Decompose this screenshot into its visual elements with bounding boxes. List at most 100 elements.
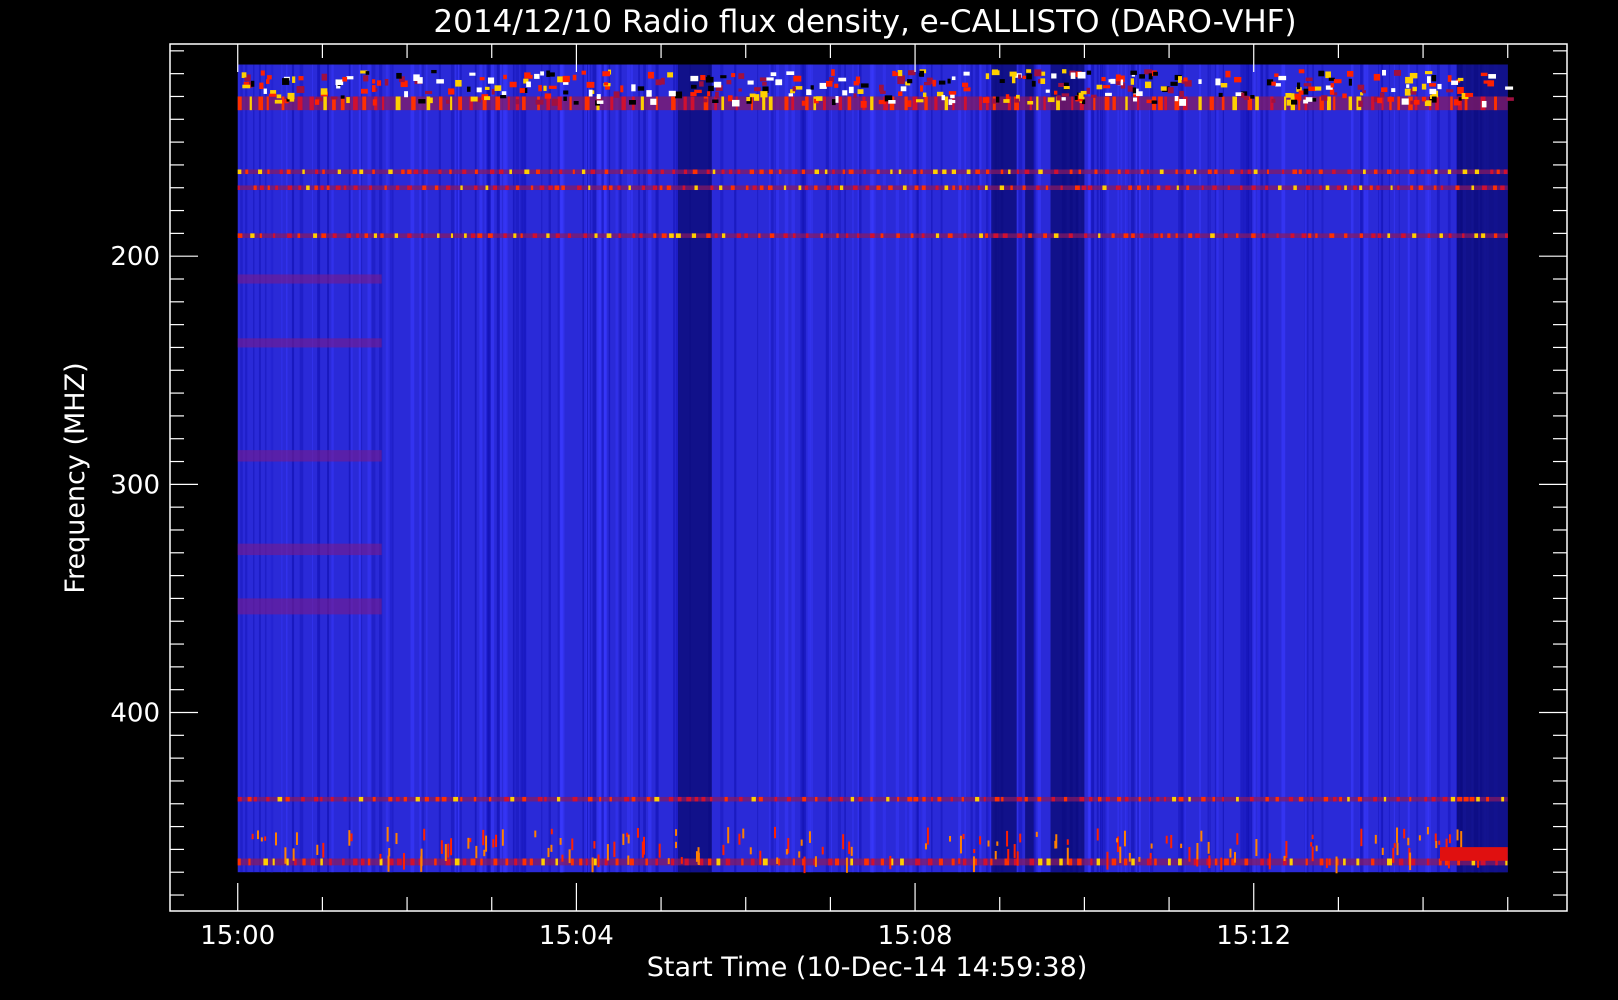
- heatmap-burst: [444, 844, 447, 861]
- heatmap-freq-pixel: [777, 858, 781, 866]
- heatmap-freq-pixel: [1038, 858, 1043, 866]
- heatmap-freq-pixel: [1396, 169, 1399, 175]
- heatmap-burst: [1460, 831, 1463, 849]
- heatmap-freq-pixel: [1096, 858, 1101, 866]
- heatmap-rfi-pixel: [1391, 88, 1396, 93]
- heatmap-rfi-pixel: [786, 71, 795, 75]
- heatmap-rfi-pixel: [1342, 93, 1347, 99]
- heatmap-rfi-pixel: [298, 76, 304, 81]
- heatmap-freq-pixel: [675, 233, 681, 238]
- heatmap-rfi-pixel: [604, 82, 609, 86]
- heatmap-rfi-pixel: [613, 91, 620, 98]
- heatmap-rfi-pixel: [548, 85, 557, 89]
- heatmap-freq-pixel: [736, 233, 741, 238]
- heatmap-freq-pixel: [871, 858, 875, 866]
- heatmap-rfi-pixel: [842, 90, 848, 96]
- heatmap-freq-pixel: [384, 185, 387, 191]
- heatmap-freq-pixel: [921, 185, 926, 191]
- heatmap-freq-pixel: [910, 233, 914, 238]
- heatmap-rfi-pixel: [900, 86, 907, 92]
- heatmap-freq-pixel: [791, 96, 795, 111]
- heatmap-burst: [1149, 852, 1152, 859]
- heatmap-burst: [1438, 840, 1441, 845]
- heatmap-freq-pixel: [750, 858, 755, 866]
- x-axis-label: Start Time (10-Dec-14 14:59:38): [647, 952, 1088, 983]
- heatmap-freq-pixel: [994, 796, 1000, 802]
- heatmap-freq-pixel: [1087, 185, 1093, 191]
- heatmap-freq-pixel: [1140, 169, 1144, 175]
- heatmap-freq-pixel: [1290, 233, 1295, 238]
- heatmap-freq-pixel: [369, 185, 373, 191]
- heatmap-freq-pixel: [287, 233, 292, 238]
- heatmap-freq-pixel: [975, 169, 981, 175]
- heatmap-burst: [1396, 827, 1399, 843]
- heatmap-freq-pixel: [1138, 796, 1141, 802]
- heatmap-rfi-pixel: [543, 85, 547, 91]
- heatmap-burst: [467, 837, 470, 849]
- heatmap-freq-pixel: [728, 169, 733, 175]
- heatmap-freq-pixel: [1123, 233, 1129, 238]
- heatmap-rfi-pixel: [602, 71, 610, 77]
- heatmap-freq-pixel: [1289, 858, 1293, 866]
- heatmap-freq-pixel: [320, 185, 324, 191]
- heatmap-rfi-pixel: [1275, 83, 1281, 87]
- heatmap-freq-pixel: [1363, 169, 1366, 175]
- heatmap-freq-pixel: [1333, 96, 1336, 111]
- heatmap-rfi-pixel: [1333, 79, 1342, 84]
- heatmap-rfi-pixel: [1298, 69, 1305, 74]
- heatmap-rfi-pixel: [700, 75, 706, 81]
- heatmap-freq-pixel: [434, 858, 437, 866]
- heatmap-freq-pixel: [839, 796, 844, 802]
- heatmap-burst: [842, 834, 845, 850]
- heatmap-freq-pixel: [839, 185, 844, 191]
- heatmap-rfi-pixel: [920, 85, 924, 92]
- heatmap-freq-pixel: [342, 858, 345, 866]
- heatmap-rfi-pixel: [1215, 78, 1221, 86]
- heatmap-freq-pixel: [1240, 185, 1243, 191]
- heatmap-freq-pixel: [310, 858, 316, 866]
- heatmap-freq-pixel: [379, 858, 383, 866]
- heatmap-freq-pixel: [813, 96, 817, 111]
- heatmap-freq-pixel: [888, 185, 893, 191]
- heatmap-freq-pixel: [247, 796, 252, 802]
- heatmap-freq-pixel: [880, 858, 884, 866]
- heatmap-freq-pixel: [1178, 858, 1182, 866]
- heatmap-freq-pixel: [1501, 796, 1505, 802]
- heatmap-freq-pixel: [286, 169, 291, 175]
- heatmap-rfi-pixel: [1387, 96, 1394, 102]
- heatmap-rfi-pixel: [1056, 95, 1061, 101]
- heatmap-freq-pixel: [1306, 169, 1311, 175]
- heatmap-freq-pixel: [934, 96, 938, 111]
- heatmap-burst: [742, 828, 745, 839]
- heatmap-freq-pixel: [1059, 858, 1063, 866]
- heatmap-freq-pixel: [1482, 185, 1487, 191]
- heatmap-burst: [1138, 856, 1141, 862]
- heatmap-freq-pixel: [1401, 233, 1406, 238]
- heatmap-burst: [848, 841, 851, 854]
- heatmap-freq-pixel: [804, 185, 809, 191]
- heatmap-freq-pixel: [1236, 796, 1239, 802]
- heatmap-rfi-pixel: [479, 77, 485, 81]
- heatmap-freq-pixel: [1251, 185, 1256, 191]
- heatmap-rfi-pixel: [879, 84, 884, 92]
- heatmap-burst: [959, 835, 962, 854]
- heatmap-freq-pixel: [410, 858, 415, 866]
- heatmap-freq-pixel: [950, 796, 954, 802]
- heatmap-freq-pixel: [762, 858, 768, 866]
- heatmap-freq-pixel: [320, 858, 323, 866]
- heatmap-freq-pixel: [507, 96, 510, 111]
- heatmap-burst: [1208, 855, 1211, 869]
- heatmap-burst: [749, 847, 752, 855]
- heatmap-rfi-pixel: [1218, 92, 1223, 97]
- heatmap-freq-pixel: [1249, 796, 1254, 802]
- heatmap-freq-pixel: [559, 169, 563, 175]
- heatmap-burst: [1165, 835, 1168, 844]
- heatmap-freq-pixel: [1175, 233, 1178, 238]
- heatmap-freq-pixel: [703, 96, 709, 111]
- heatmap-rfi-pixel: [793, 75, 802, 82]
- heatmap-rfi-pixel: [831, 99, 836, 106]
- heatmap-rfi-pixel: [314, 99, 320, 105]
- heatmap-rfi-pixel: [760, 91, 768, 98]
- heatmap-freq-pixel: [1221, 796, 1224, 802]
- heatmap-rfi-pixel: [1358, 100, 1363, 107]
